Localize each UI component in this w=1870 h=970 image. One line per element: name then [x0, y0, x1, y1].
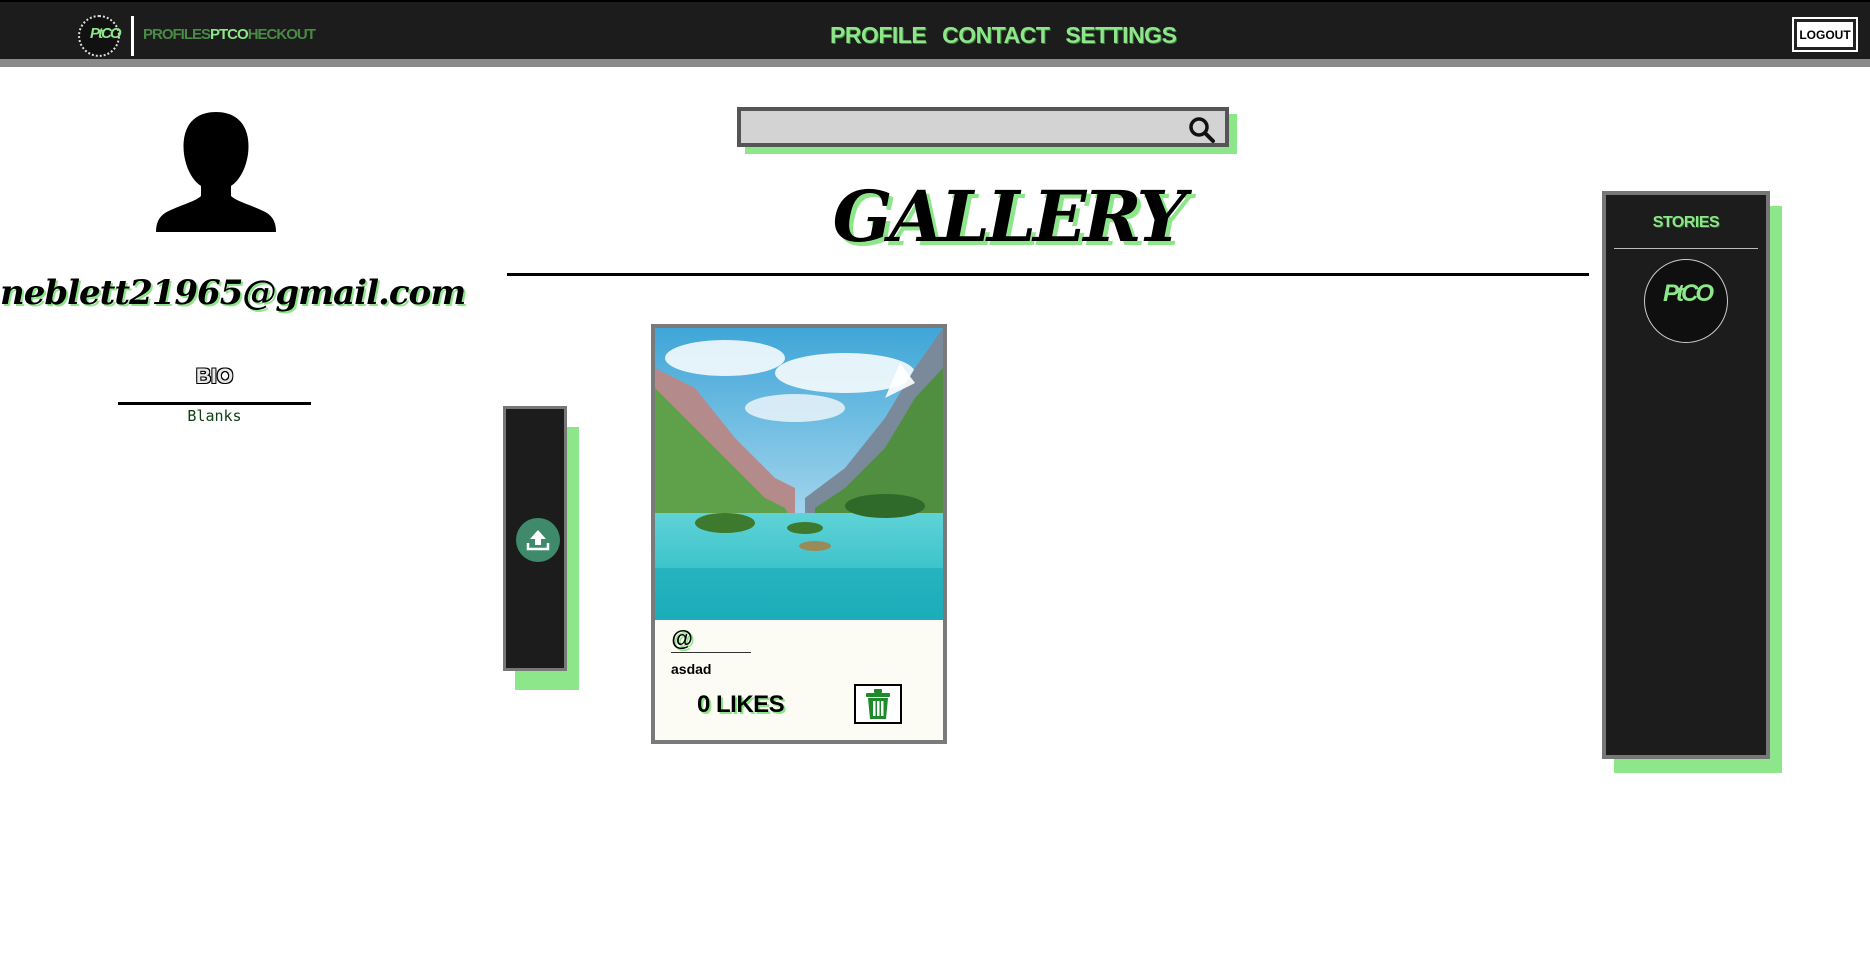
bio-heading: BIO [195, 365, 234, 388]
delete-post-button[interactable] [854, 684, 902, 724]
brand-name: PROFILESPTCOHECKOUT [143, 26, 316, 43]
nav-settings-link[interactable]: SETTINGS [1065, 22, 1177, 49]
top-navbar: PtCO PROFILESPTCOHECKOUT PROFILE CONTACT… [0, 0, 1870, 67]
profile-email: neblett21965@gmail.com [0, 273, 466, 313]
upload-button[interactable] [516, 518, 560, 562]
story-item[interactable]: PtCO [1644, 259, 1728, 343]
main-nav: PROFILE CONTACT SETTINGS [830, 22, 1177, 49]
bio-divider [118, 402, 311, 405]
logo-mark: PtCO [90, 25, 121, 42]
post-image [655, 328, 943, 620]
upload-panel [503, 406, 567, 671]
user-avatar-icon [156, 112, 276, 232]
search-icon[interactable] [1188, 116, 1216, 144]
logout-button[interactable]: LOGOUT [1794, 19, 1856, 50]
post-likes-count[interactable]: 0 LIKES [697, 691, 785, 719]
nav-profile-link[interactable]: PROFILE [830, 22, 927, 49]
gallery-divider [507, 273, 1589, 276]
upload-icon [526, 530, 550, 551]
stories-divider [1614, 248, 1758, 249]
brand-part-3: HECKOUT [247, 26, 316, 43]
search-input[interactable] [747, 115, 1181, 141]
logo-divider [131, 16, 134, 56]
trash-icon [866, 689, 890, 719]
story-logo: PtCO [1663, 280, 1714, 307]
gallery-post-card[interactable]: @ asdad 0 LIKES [651, 324, 947, 744]
post-caption: asdad [671, 661, 712, 677]
stories-panel: STORIES PtCO [1602, 191, 1770, 759]
bio-text: Blanks [187, 407, 242, 425]
stories-heading: STORIES [1652, 214, 1720, 231]
gallery-title: GALLERY [832, 175, 1187, 258]
nav-contact-link[interactable]: CONTACT [942, 22, 1050, 49]
brand-part-1: PROFILES [143, 26, 211, 43]
post-handle-divider [671, 652, 751, 653]
search-bar [737, 107, 1229, 147]
landscape-image [655, 328, 943, 620]
post-handle[interactable]: @ [671, 626, 692, 652]
brand-part-2: PTCO [210, 26, 249, 43]
brand-logo[interactable]: PtCO [78, 15, 121, 57]
